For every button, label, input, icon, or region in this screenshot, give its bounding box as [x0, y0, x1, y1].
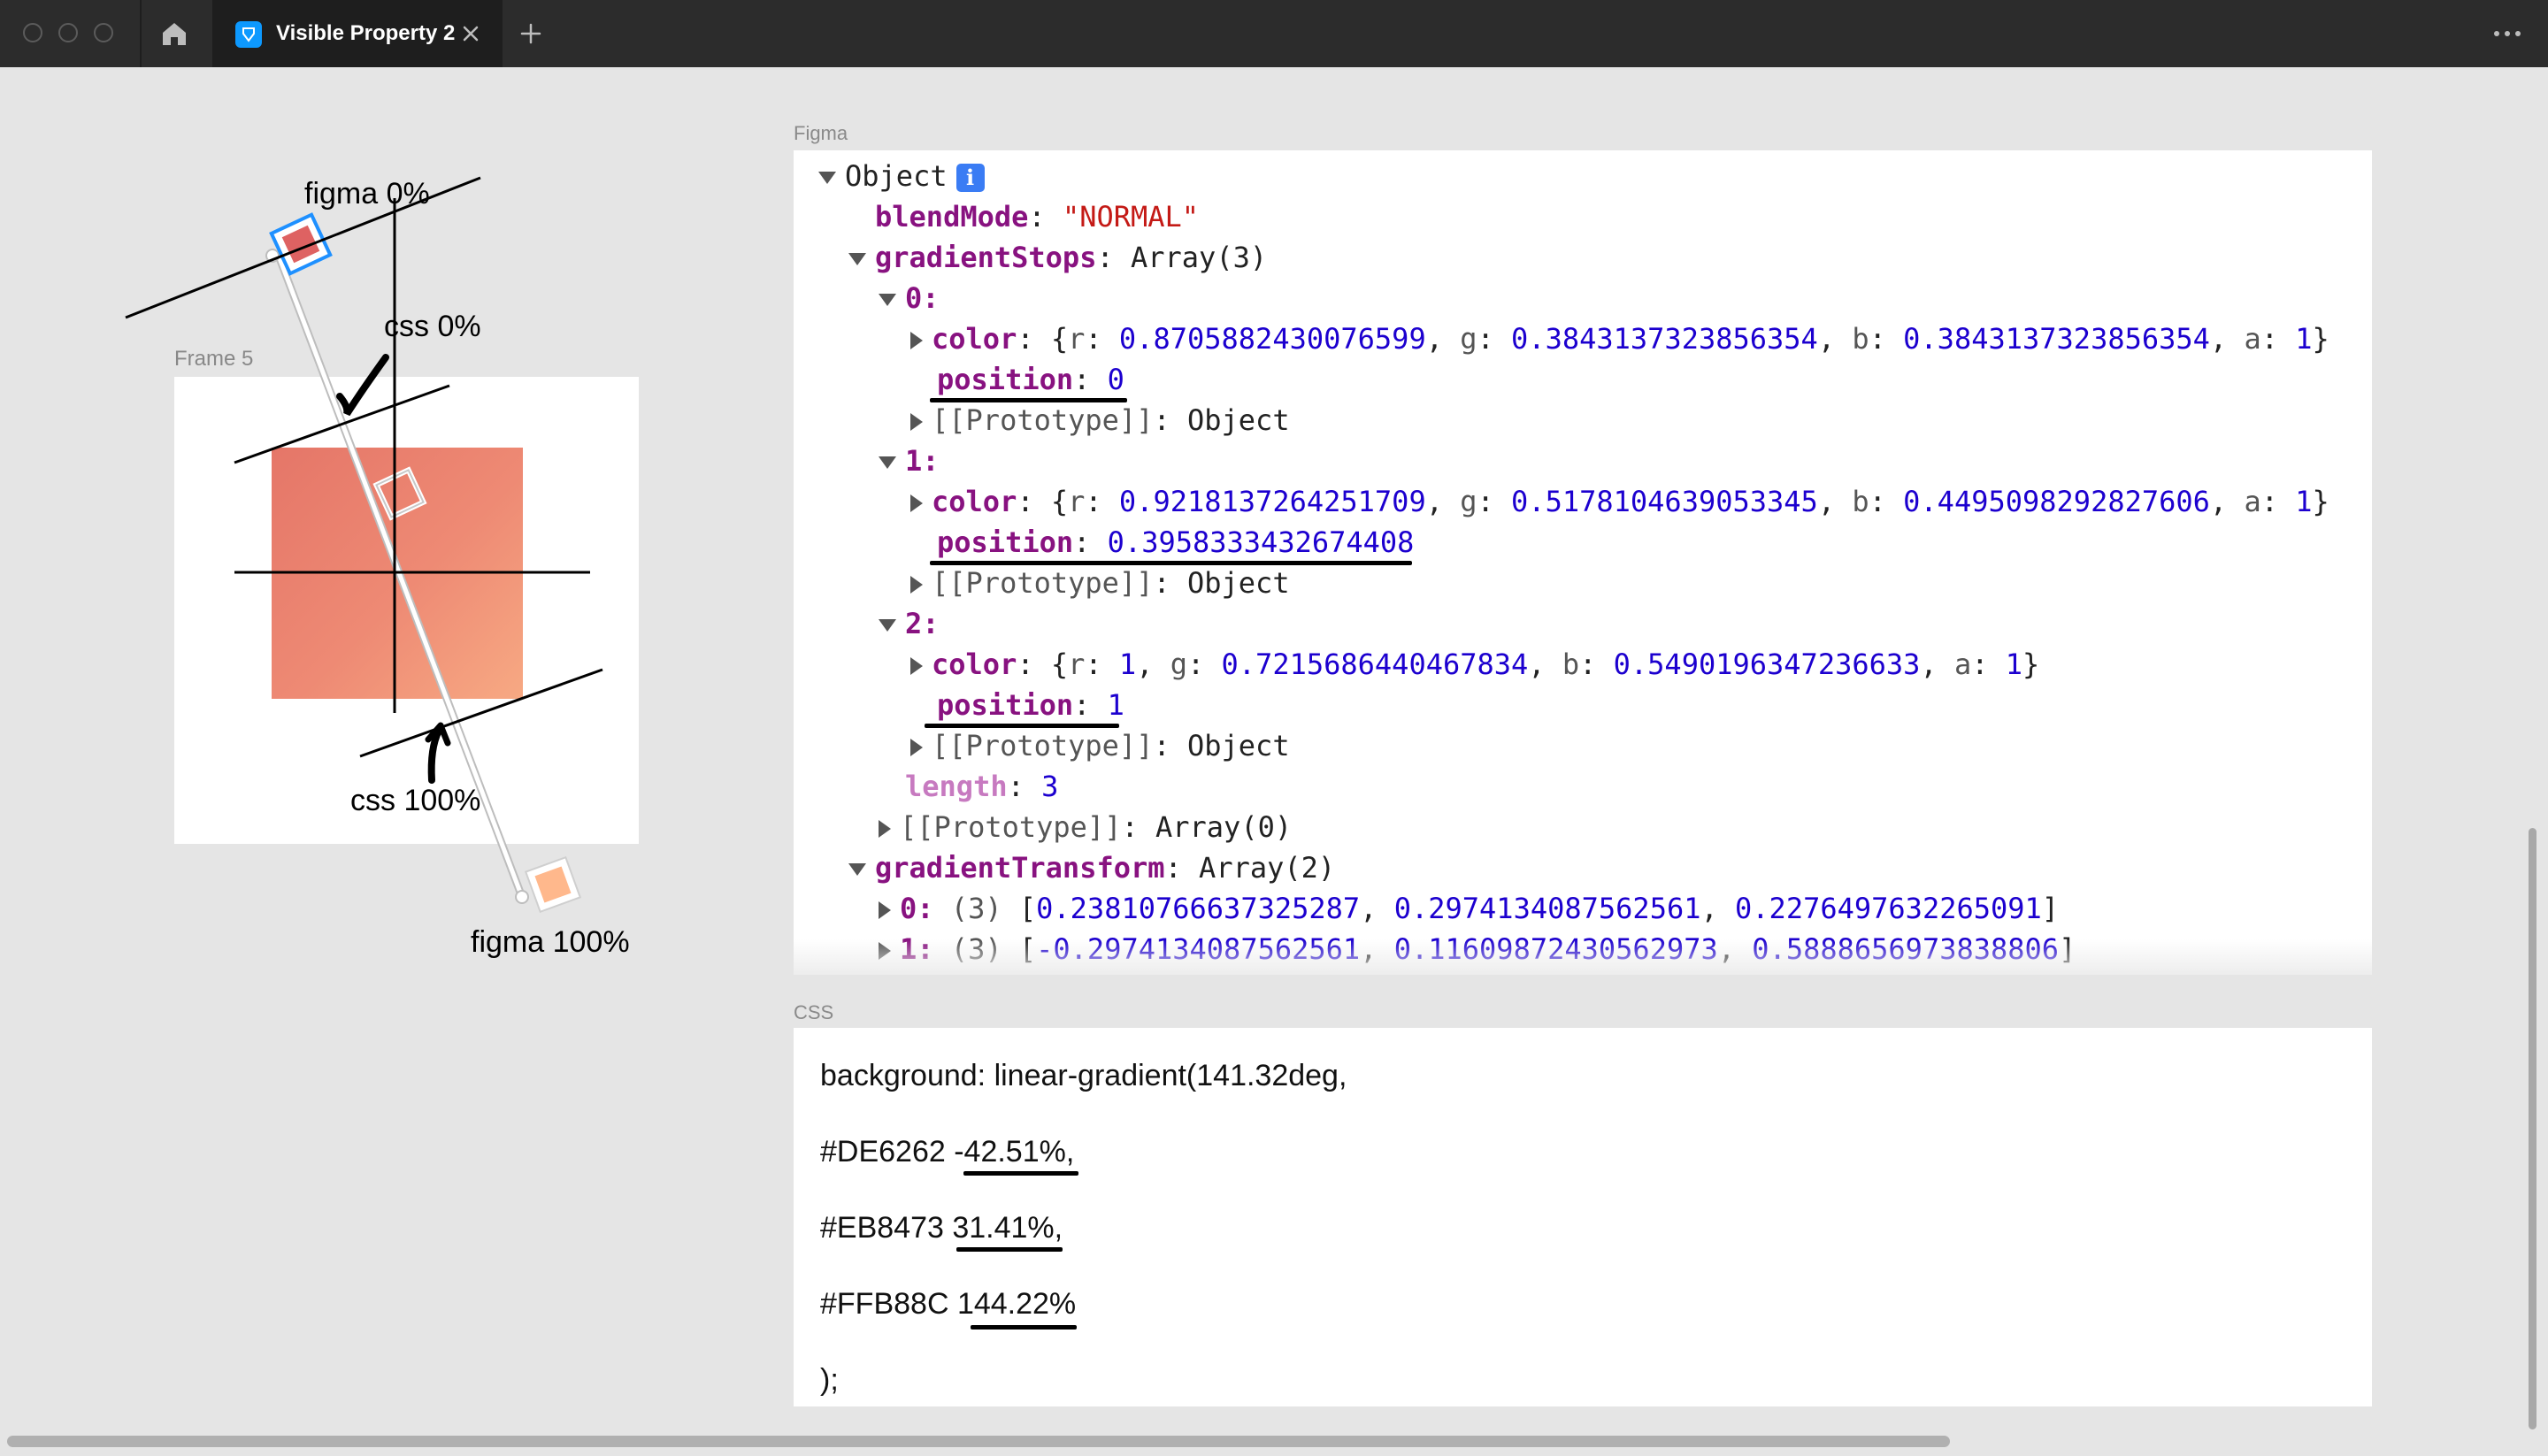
frame-label: Frame 5	[174, 347, 254, 371]
window-zoom-control[interactable]	[94, 23, 113, 42]
tree-stop-0-prototype[interactable]: [[Prototype]]: Object	[910, 400, 1290, 441]
gradient-stop-handle-end[interactable]	[524, 855, 582, 914]
css-line-stop-0: #DE6262 -42.51%,	[820, 1135, 1075, 1169]
annotation-figma-0: figma 0%	[304, 177, 430, 211]
figma-panel-label: Figma	[794, 122, 848, 144]
plus-icon[interactable]	[517, 19, 545, 48]
tree-stop-2[interactable]: 2:	[879, 603, 940, 644]
expand-triangle-icon[interactable]	[848, 863, 866, 876]
tree-array-prototype[interactable]: [[Prototype]]: Array(0)	[879, 807, 1292, 847]
css-panel-label: CSS	[794, 1001, 834, 1023]
annotation-underline	[971, 1325, 1077, 1330]
tree-stop-0[interactable]: 0:	[879, 278, 940, 318]
collapse-triangle-icon[interactable]	[910, 332, 923, 349]
expand-triangle-icon[interactable]	[879, 456, 896, 469]
css-panel[interactable]: background: linear-gradient(141.32deg, #…	[794, 1028, 2372, 1406]
tree-stop-1-prototype[interactable]: [[Prototype]]: Object	[910, 563, 1290, 603]
collapse-triangle-icon[interactable]	[910, 576, 923, 594]
annotation-figma-100: figma 100%	[471, 925, 630, 959]
gradient-end-dot[interactable]	[515, 890, 529, 904]
window-close-control[interactable]	[23, 23, 42, 42]
collapse-triangle-icon[interactable]	[879, 820, 891, 838]
tree-stop-0-color[interactable]: color: {r: 0.8705882430076599, g: 0.3843…	[910, 318, 2329, 359]
collapse-triangle-icon[interactable]	[910, 494, 923, 512]
expand-triangle-icon[interactable]	[879, 294, 896, 306]
tree-stop-2-prototype[interactable]: [[Prototype]]: Object	[910, 725, 1290, 766]
collapse-triangle-icon[interactable]	[910, 739, 923, 756]
tree-gradientstops[interactable]: gradientStops: Array(3)	[848, 237, 1267, 278]
home-icon[interactable]	[159, 19, 189, 49]
annotation-underline	[956, 1247, 1063, 1252]
window-minimize-control[interactable]	[58, 23, 78, 42]
more-icon[interactable]	[2490, 19, 2525, 48]
collapse-triangle-icon[interactable]	[910, 413, 923, 431]
tree-stop-1-color[interactable]: color: {r: 0.9218137264251709, g: 0.5178…	[910, 481, 2329, 522]
collapse-triangle-icon[interactable]	[910, 657, 923, 675]
tab-title: Visible Property 2	[276, 21, 456, 45]
tree-object-root[interactable]: Object i	[818, 156, 985, 196]
css-line-stop-2: #FFB88C 144.22%	[820, 1287, 1077, 1321]
annotation-css-0: css 0%	[384, 310, 481, 343]
blendmode-value: "NORMAL"	[1062, 200, 1200, 234]
window-titlebar: Visible Property 2	[0, 0, 2548, 67]
expand-triangle-icon[interactable]	[879, 619, 896, 632]
horizontal-scrollbar[interactable]	[7, 1436, 1950, 1447]
info-icon[interactable]: i	[956, 164, 985, 192]
css-line-close: );	[820, 1363, 839, 1397]
tree-gradienttransform[interactable]: gradientTransform: Array(2)	[848, 847, 1335, 888]
tree-stop-2-color[interactable]: color: {r: 1, g: 0.7215686440467834, b: …	[910, 644, 2039, 685]
tab-visible-property-2[interactable]: Visible Property 2	[212, 0, 503, 67]
close-icon[interactable]	[457, 19, 485, 48]
annotation-css-100: css 100%	[350, 784, 481, 817]
expand-triangle-icon[interactable]	[848, 253, 866, 265]
tree-stop-0-position: position: 0	[937, 363, 1124, 396]
tree-length: length: 3	[905, 770, 1059, 803]
tree-transform-row-0[interactable]: 0: (3) [0.23810766637325287, 0.297413408…	[879, 888, 2059, 929]
tree-blendmode: blendMode: "NORMAL"	[875, 200, 1200, 234]
css-line-stop-1: #EB8473 31.41%,	[820, 1211, 1063, 1245]
titlebar-divider	[140, 0, 142, 67]
tree-stop-2-position: position: 1	[937, 688, 1124, 722]
expand-triangle-icon[interactable]	[818, 172, 836, 184]
collapse-triangle-icon[interactable]	[879, 901, 891, 919]
vertical-scrollbar[interactable]	[2529, 828, 2536, 1429]
annotation-underline	[963, 1171, 1078, 1176]
css-line-background: background: linear-gradient(141.32deg,	[820, 1059, 1347, 1092]
figma-file-icon	[235, 21, 262, 48]
tree-stop-1-position: position: 0.3958333432674408	[937, 525, 1415, 559]
design-canvas[interactable]	[0, 67, 770, 1023]
figma-console-panel[interactable]: Object i blendMode: "NORMAL" gradientStop…	[794, 150, 2372, 975]
tree-stop-1[interactable]: 1:	[879, 441, 940, 481]
panel-fade	[794, 939, 2372, 975]
